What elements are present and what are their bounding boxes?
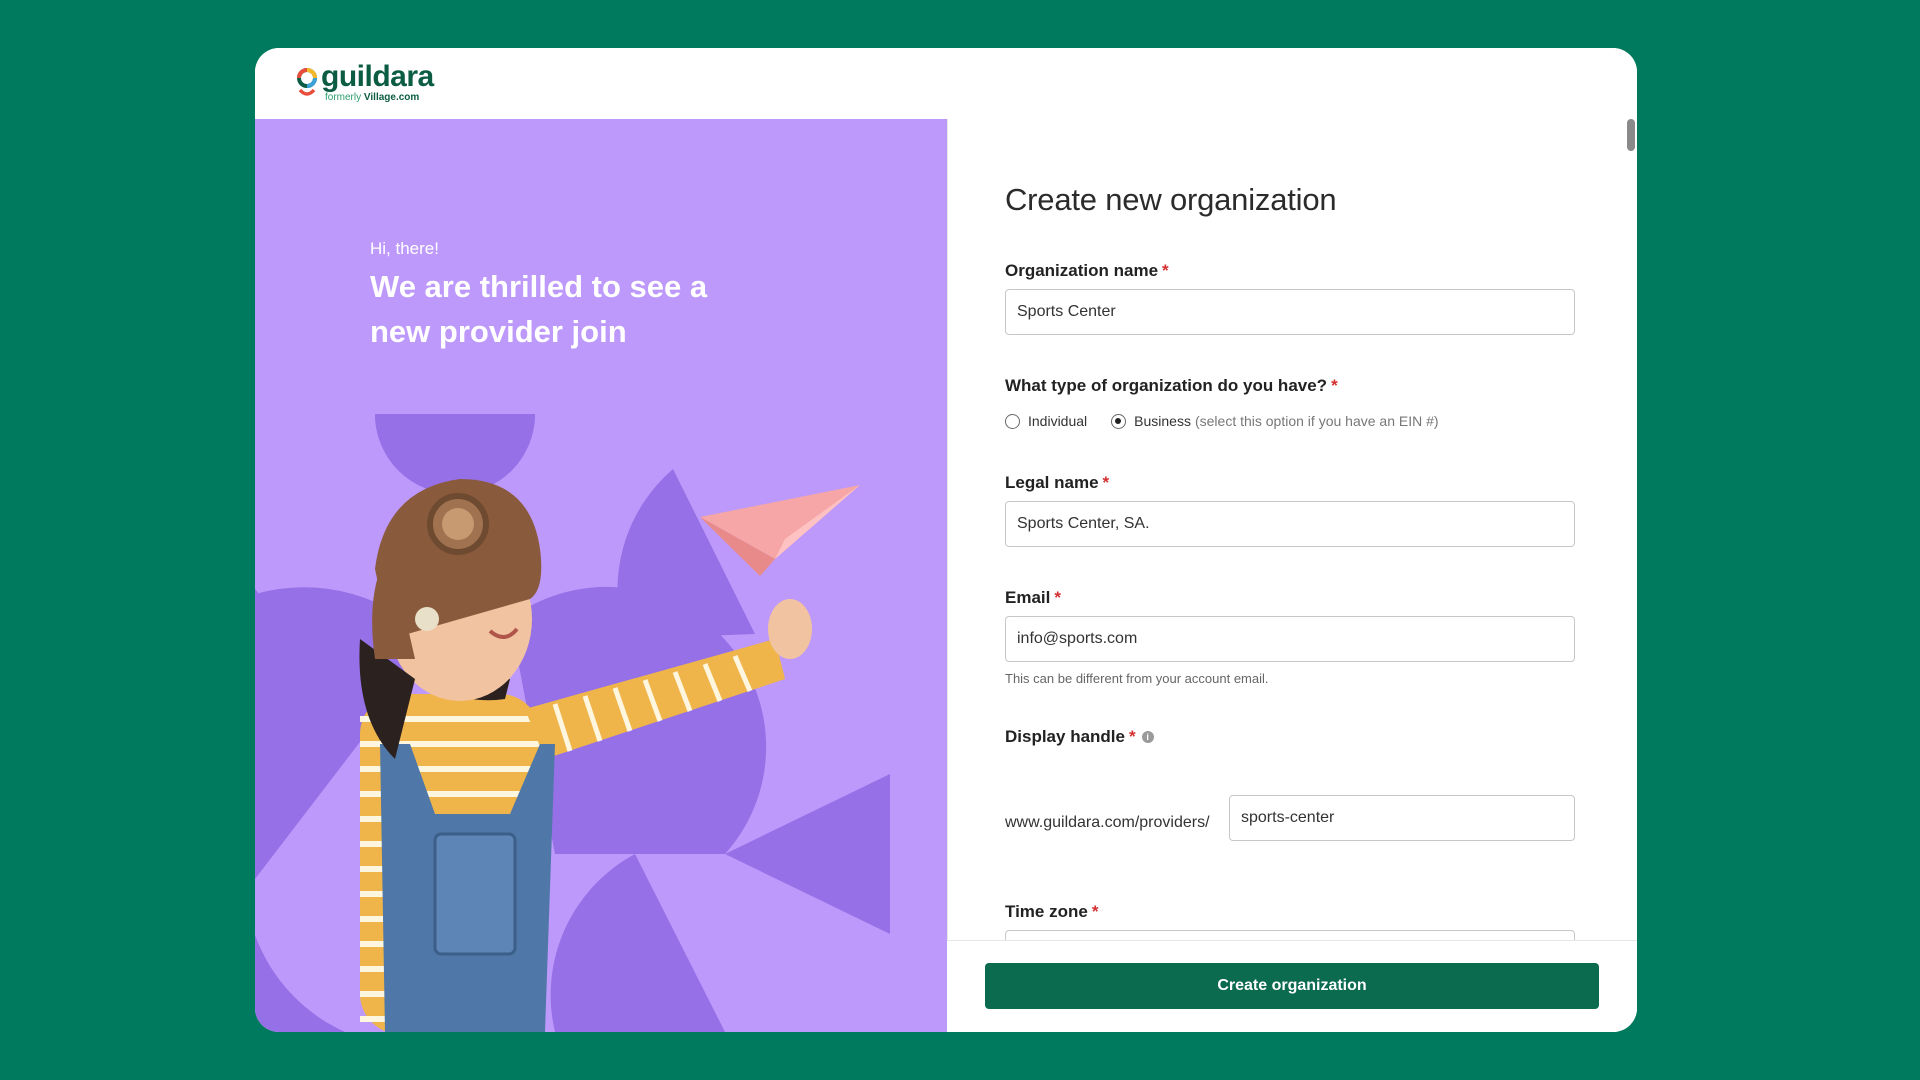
brand-formerly: formerly Village.com <box>325 92 434 104</box>
required-marker: * <box>1102 473 1110 492</box>
radio-individual-label: Individual <box>1028 413 1088 429</box>
org-name-label: Organization name * <box>1005 261 1169 281</box>
radio-business-label: Business <box>1134 413 1191 429</box>
email-hint: This can be different from your account … <box>1005 671 1269 686</box>
legal-name-label: Legal name * <box>1005 473 1109 493</box>
hero-greeting: Hi, there! <box>370 239 439 258</box>
display-handle-label: Display handle * i <box>1005 727 1154 747</box>
org-name-label-text: Organization name <box>1005 261 1159 280</box>
required-marker: * <box>1331 376 1338 395</box>
radio-business-circle[interactable] <box>1111 413 1127 429</box>
radio-business-note: (select this option if you have an EIN #… <box>1194 413 1439 429</box>
email-label: Email * <box>1005 588 1061 608</box>
scrollbar[interactable] <box>1627 119 1635 939</box>
app-window: guildara formerly Village.com Hi, there!… <box>255 48 1637 1032</box>
required-marker: * <box>1128 727 1136 746</box>
org-name-input[interactable] <box>1005 289 1575 335</box>
required-marker: * <box>1162 261 1169 280</box>
display-handle-input[interactable] <box>1229 795 1575 841</box>
email-label-text: Email <box>1005 588 1051 607</box>
legal-name-input[interactable] <box>1005 501 1575 547</box>
org-type-label: What type of organization do you have? * <box>1005 376 1338 396</box>
hero-illustration <box>255 414 890 1032</box>
guildara-logo-icon <box>297 68 317 96</box>
brand-logo[interactable]: guildara formerly Village.com <box>295 62 434 104</box>
radio-individual-circle[interactable] <box>1005 413 1020 429</box>
hero-headline: We are thrilled to see a new provider jo… <box>370 269 708 349</box>
legal-name-label-text: Legal name <box>1005 473 1099 492</box>
display-handle-label-text: Display handle <box>1005 727 1125 746</box>
brand-name: guildara <box>321 60 434 93</box>
form-panel: Create new organization Organization nam… <box>947 119 1637 1032</box>
required-marker: * <box>1054 588 1061 607</box>
email-input[interactable] <box>1005 616 1575 662</box>
form-footer: Create organization <box>947 940 1637 1032</box>
radio-individual[interactable]: Individual <box>1005 413 1087 429</box>
formerly-label: formerly <box>325 92 362 103</box>
scrollbar-thumb[interactable] <box>1627 119 1635 151</box>
time-zone-label: Time zone * <box>1005 902 1098 922</box>
top-bar: guildara formerly Village.com <box>255 48 1637 119</box>
display-handle-prefix: www.guildara.com/providers/ <box>1005 814 1210 831</box>
create-organization-button[interactable]: Create organization <box>985 963 1599 1009</box>
hero-panel: Hi, there! We are thrilled to see a new … <box>255 119 947 1032</box>
org-type-radio-group: Individual Business (select this option … <box>1005 413 1463 429</box>
formerly-brand: Village.com <box>363 92 420 103</box>
time-zone-label-text: Time zone <box>1005 902 1088 921</box>
org-type-label-text: What type of organization do you have? <box>1005 376 1328 395</box>
info-icon[interactable]: i <box>1141 731 1154 743</box>
page-title: Create new organization <box>1005 182 1337 217</box>
radio-business[interactable]: Business (select this option if you have… <box>1111 413 1439 429</box>
required-marker: * <box>1091 902 1099 921</box>
